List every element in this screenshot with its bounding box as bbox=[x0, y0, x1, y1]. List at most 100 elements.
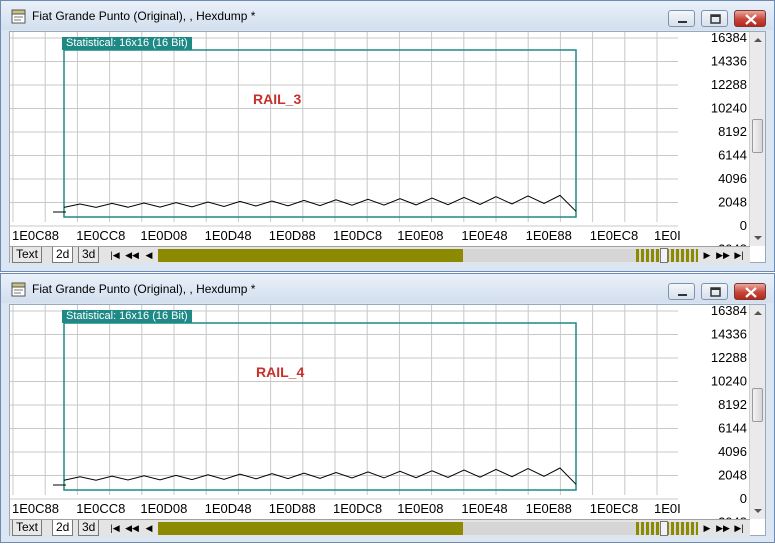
next-fast-icon[interactable]: ▶▶ bbox=[716, 521, 730, 535]
close-button[interactable] bbox=[734, 10, 766, 27]
prev-fast-icon[interactable]: ◀◀ bbox=[125, 521, 139, 535]
y-tick-label: 10240 bbox=[711, 374, 747, 389]
tab-text[interactable]: Text bbox=[12, 247, 43, 263]
tab-3d[interactable]: 3d bbox=[78, 520, 100, 536]
y-tick-label: 10240 bbox=[711, 101, 747, 116]
maximize-icon bbox=[710, 14, 721, 24]
prev-fast-icon[interactable]: ◀◀ bbox=[125, 248, 139, 262]
signal-line bbox=[63, 467, 577, 485]
x-tick-label: 1E0DC8 bbox=[333, 501, 382, 516]
minimize-icon bbox=[678, 294, 687, 296]
selection-frame[interactable] bbox=[63, 49, 577, 218]
hexdump-window-1: Fiat Grande Punto (Original), , Hexdump … bbox=[0, 0, 775, 272]
next-icon[interactable]: ▶ bbox=[700, 521, 714, 535]
map-label: RAIL_3 bbox=[253, 91, 302, 107]
y-tick-label: 6144 bbox=[718, 148, 747, 163]
x-tick-label: 1E0D48 bbox=[205, 501, 252, 516]
first-page-icon[interactable]: |◀ bbox=[108, 521, 122, 535]
horizontal-scroll-thumb[interactable] bbox=[660, 248, 668, 263]
y-tick-label: 4096 bbox=[718, 444, 747, 459]
prev-icon[interactable]: ◀ bbox=[142, 521, 156, 535]
tab-3d[interactable]: 3d bbox=[78, 247, 100, 263]
maximize-button[interactable] bbox=[701, 10, 728, 27]
view-mode-label: Statistical: 16x16 (16 Bit) bbox=[62, 310, 192, 323]
y-tick-label: 12288 bbox=[711, 350, 747, 365]
hexdump-graph[interactable]: 1638414336122881024081926144409620480-20… bbox=[10, 305, 750, 519]
close-button[interactable] bbox=[734, 283, 766, 300]
prev-icon[interactable]: ◀ bbox=[142, 248, 156, 262]
close-icon bbox=[745, 287, 757, 298]
x-tick-label: 1E0D88 bbox=[269, 228, 316, 243]
hexdump-graph[interactable]: 1638414336122881024081926144409620480-20… bbox=[10, 32, 750, 246]
vertical-scrollbar[interactable] bbox=[749, 305, 765, 519]
x-tick-label: 1E0CC8 bbox=[76, 501, 125, 516]
x-tick-label: 1E0D08 bbox=[140, 228, 187, 243]
horizontal-scroll-thumb[interactable] bbox=[660, 521, 668, 536]
horizontal-scrollbar[interactable] bbox=[158, 521, 698, 536]
bottom-toolbar: Text 2d 3d |◀ ◀◀ ◀ ▶ ▶▶ ▶| bbox=[10, 246, 750, 263]
vertical-scroll-thumb[interactable] bbox=[752, 388, 763, 422]
signal-line bbox=[63, 194, 577, 212]
plot-area: 1638414336122881024081926144409620480-20… bbox=[9, 31, 766, 263]
bottom-toolbar: Text 2d 3d |◀ ◀◀ ◀ ▶ ▶▶ ▶| bbox=[10, 519, 750, 536]
hexdump-document-icon bbox=[11, 9, 26, 24]
next-fast-icon[interactable]: ▶▶ bbox=[716, 248, 730, 262]
x-tick-label: 1E0C88 bbox=[12, 501, 59, 516]
y-tick-label: 2048 bbox=[718, 468, 747, 483]
close-icon bbox=[745, 14, 757, 25]
scroll-up-icon[interactable] bbox=[750, 32, 766, 48]
x-tick-label: 1E0E08 bbox=[397, 228, 443, 243]
x-tick-label: 1E0I bbox=[654, 228, 681, 243]
tab-2d[interactable]: 2d bbox=[52, 520, 74, 536]
next-icon[interactable]: ▶ bbox=[700, 248, 714, 262]
title-bar[interactable]: Fiat Grande Punto (Original), , Hexdump … bbox=[1, 274, 774, 303]
y-tick-label: 0 bbox=[740, 218, 747, 233]
maximize-button[interactable] bbox=[701, 283, 728, 300]
last-page-icon[interactable]: ▶| bbox=[732, 521, 746, 535]
vertical-scroll-thumb[interactable] bbox=[752, 119, 763, 153]
scroll-down-icon[interactable] bbox=[750, 503, 766, 519]
hexdump-document-icon bbox=[11, 282, 26, 297]
x-tick-label: 1E0C88 bbox=[12, 228, 59, 243]
y-tick-label: 0 bbox=[740, 491, 747, 506]
y-tick-label: 12288 bbox=[711, 77, 747, 92]
y-tick-label: 2048 bbox=[718, 195, 747, 210]
y-tick-label: 4096 bbox=[718, 171, 747, 186]
x-tick-label: 1E0CC8 bbox=[76, 228, 125, 243]
x-tick-label: 1E0DC8 bbox=[333, 228, 382, 243]
vertical-scrollbar[interactable] bbox=[749, 32, 765, 246]
selection-frame[interactable] bbox=[63, 322, 577, 491]
x-tick-label: 1E0EC8 bbox=[590, 228, 638, 243]
x-tick-label: 1E0D88 bbox=[269, 501, 316, 516]
x-tick-label: 1E0D08 bbox=[140, 501, 187, 516]
map-label: RAIL_4 bbox=[256, 364, 305, 380]
last-page-icon[interactable]: ▶| bbox=[732, 248, 746, 262]
y-tick-label: 14336 bbox=[711, 327, 747, 342]
plot-area: 1638414336122881024081926144409620480-20… bbox=[9, 304, 766, 536]
tab-2d[interactable]: 2d bbox=[52, 247, 74, 263]
minimize-button[interactable] bbox=[668, 283, 695, 300]
horizontal-scrollbar[interactable] bbox=[158, 248, 698, 263]
y-tick-label: 8192 bbox=[718, 397, 747, 412]
window-title: Fiat Grande Punto (Original), , Hexdump … bbox=[32, 9, 256, 23]
x-tick-label: 1E0E88 bbox=[526, 228, 572, 243]
window-title: Fiat Grande Punto (Original), , Hexdump … bbox=[32, 282, 256, 296]
x-tick-label: 1E0E88 bbox=[526, 501, 572, 516]
scroll-down-icon[interactable] bbox=[750, 230, 766, 246]
x-tick-label: 1E0E08 bbox=[397, 501, 443, 516]
first-page-icon[interactable]: |◀ bbox=[108, 248, 122, 262]
x-tick-label: 1E0EC8 bbox=[590, 501, 638, 516]
hexdump-window-2: Fiat Grande Punto (Original), , Hexdump … bbox=[0, 273, 775, 543]
x-tick-label: 1E0E48 bbox=[461, 228, 507, 243]
y-tick-label: 8192 bbox=[718, 124, 747, 139]
maximize-icon bbox=[710, 287, 721, 297]
y-tick-label: 16384 bbox=[711, 305, 747, 318]
x-tick-label: 1E0I bbox=[654, 501, 681, 516]
scroll-up-icon[interactable] bbox=[750, 305, 766, 321]
title-bar[interactable]: Fiat Grande Punto (Original), , Hexdump … bbox=[1, 1, 774, 30]
minimize-button[interactable] bbox=[668, 10, 695, 27]
tab-text[interactable]: Text bbox=[12, 520, 43, 536]
y-tick-label: 16384 bbox=[711, 32, 747, 45]
x-tick-label: 1E0D48 bbox=[205, 228, 252, 243]
minimize-icon bbox=[678, 21, 687, 23]
